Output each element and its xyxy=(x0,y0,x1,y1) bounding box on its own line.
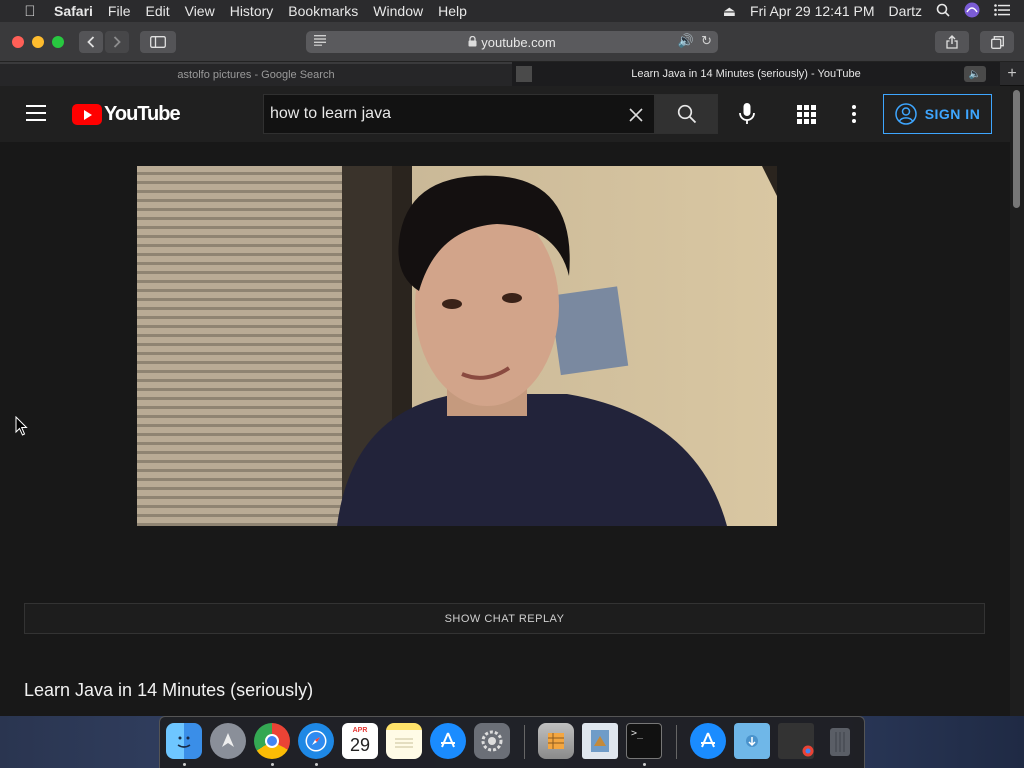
launchpad-icon[interactable] xyxy=(210,723,246,759)
app-store-downloads-icon[interactable] xyxy=(690,723,726,759)
chevron-left-icon xyxy=(87,36,95,48)
menu-view[interactable]: View xyxy=(185,3,215,19)
clear-search-icon[interactable] xyxy=(628,103,644,129)
app-store-icon[interactable] xyxy=(430,723,466,759)
youtube-header: YouTube SIGN IN xyxy=(0,86,1010,142)
share-button[interactable] xyxy=(935,31,969,53)
back-button[interactable] xyxy=(79,31,103,53)
tab-overview-button[interactable] xyxy=(980,31,1014,53)
system-preferences-icon[interactable] xyxy=(474,723,510,759)
more-options-icon[interactable] xyxy=(852,105,857,124)
menu-file[interactable]: File xyxy=(108,3,131,19)
video-title: Learn Java in 14 Minutes (seriously) xyxy=(24,680,314,700)
apps-grid-icon[interactable] xyxy=(797,105,816,124)
zoom-window-button[interactable] xyxy=(52,36,64,48)
audio-playing-icon[interactable]: 🔊 xyxy=(678,33,694,49)
tab-overview-icon xyxy=(990,35,1004,49)
sidebar-button[interactable] xyxy=(140,31,176,53)
finder-icon[interactable] xyxy=(166,723,202,759)
notes-icon[interactable] xyxy=(386,723,422,759)
menu-edit[interactable]: Edit xyxy=(145,3,169,19)
trash-icon[interactable] xyxy=(822,723,858,759)
finder-running-dot xyxy=(183,763,186,766)
microphone-icon[interactable] xyxy=(736,102,758,126)
tab-google-search[interactable]: astolfo pictures - Google Search xyxy=(0,62,512,86)
downloads-folder-icon[interactable] xyxy=(734,723,770,759)
preview-icon[interactable] xyxy=(538,723,574,759)
dock: APR 29 >_ xyxy=(159,716,865,768)
search-box[interactable] xyxy=(263,94,655,134)
chrome-window-thumbnail-icon[interactable] xyxy=(778,723,814,759)
menu-app-safari[interactable]: Safari xyxy=(54,3,93,19)
new-tab-button[interactable]: + xyxy=(1000,62,1024,86)
account-icon xyxy=(894,103,917,125)
reader-view-icon[interactable] xyxy=(313,34,327,48)
user-name[interactable]: Dartz xyxy=(889,3,922,19)
scrollbar-thumb[interactable] xyxy=(1013,90,1020,208)
chevron-right-icon xyxy=(113,36,121,48)
safari-running-dot xyxy=(315,763,318,766)
menu-bar-status: ⏏ Fri Apr 29 12:41 PM Dartz xyxy=(723,0,1024,22)
chat-replay-label: SHOW CHAT REPLAY xyxy=(444,612,565,625)
search-button[interactable] xyxy=(655,94,718,134)
url-text: youtube.com xyxy=(481,34,556,50)
minimize-window-button[interactable] xyxy=(32,36,44,48)
clock[interactable]: Fri Apr 29 12:41 PM xyxy=(750,3,875,19)
youtube-play-icon xyxy=(72,103,102,125)
siri-icon[interactable] xyxy=(964,2,980,21)
menu-bar:  Safari File Edit View History Bookmark… xyxy=(0,0,1024,22)
notification-center-icon[interactable] xyxy=(994,3,1010,19)
terminal-icon[interactable]: >_ xyxy=(626,723,662,759)
show-chat-replay-button[interactable]: SHOW CHAT REPLAY xyxy=(24,603,985,634)
safari-toolbar: youtube.com 🔊 ↻ xyxy=(0,22,1024,62)
mouse-pointer-icon xyxy=(15,415,29,436)
sign-in-label: SIGN IN xyxy=(924,106,981,122)
reload-icon[interactable]: ↻ xyxy=(701,33,712,49)
youtube-logo[interactable]: YouTube xyxy=(72,102,181,125)
dock-separator xyxy=(524,725,525,759)
forward-button[interactable] xyxy=(105,31,129,53)
menu-help[interactable]: Help xyxy=(438,3,467,19)
menu-history[interactable]: History xyxy=(230,3,274,19)
terminal-prompt-icon: >_ xyxy=(631,728,644,739)
tab-title: astolfo pictures - Google Search xyxy=(177,69,335,81)
lock-icon xyxy=(468,35,477,50)
calendar-month: APR xyxy=(352,727,368,734)
menu-bookmarks[interactable]: Bookmarks xyxy=(288,3,358,19)
youtube-wordmark: YouTube xyxy=(104,102,181,125)
hamburger-menu-icon[interactable] xyxy=(26,105,46,121)
calendar-day: 29 xyxy=(349,735,371,755)
search-icon xyxy=(677,104,696,124)
apple-icon[interactable]:  xyxy=(20,3,40,20)
chrome-icon[interactable] xyxy=(254,723,290,759)
mute-tab-icon[interactable]: 🔈 xyxy=(964,66,986,82)
dock-separator xyxy=(676,725,677,759)
tab-bar: astolfo pictures - Google Search Learn J… xyxy=(0,62,1024,86)
spotlight-search-icon[interactable] xyxy=(936,3,950,20)
search-input[interactable] xyxy=(270,105,610,123)
youtube-page: YouTube SIGN IN xyxy=(0,86,1024,716)
favicon-icon xyxy=(516,66,532,82)
sign-in-button[interactable]: SIGN IN xyxy=(883,94,992,134)
eject-icon[interactable]: ⏏ xyxy=(723,3,736,20)
tab-youtube[interactable]: Learn Java in 14 Minutes (seriously) - Y… xyxy=(512,62,1000,86)
sidebar-icon xyxy=(150,36,166,48)
video-frame-image xyxy=(137,166,777,526)
page-scrollbar[interactable] xyxy=(1010,86,1024,716)
tab-title: Learn Java in 14 Minutes (seriously) - Y… xyxy=(631,68,861,80)
share-icon xyxy=(946,35,958,49)
mail-stamp-icon[interactable] xyxy=(582,723,618,759)
chrome-running-dot xyxy=(271,763,274,766)
calendar-icon[interactable]: APR 29 xyxy=(342,723,378,759)
menu-window[interactable]: Window xyxy=(373,3,423,19)
video-player[interactable] xyxy=(137,166,777,526)
plus-icon: + xyxy=(1007,65,1017,82)
close-window-button[interactable] xyxy=(12,36,24,48)
terminal-running-dot xyxy=(643,763,646,766)
safari-icon[interactable] xyxy=(298,723,334,759)
address-bar[interactable]: youtube.com 🔊 ↻ xyxy=(306,31,718,53)
